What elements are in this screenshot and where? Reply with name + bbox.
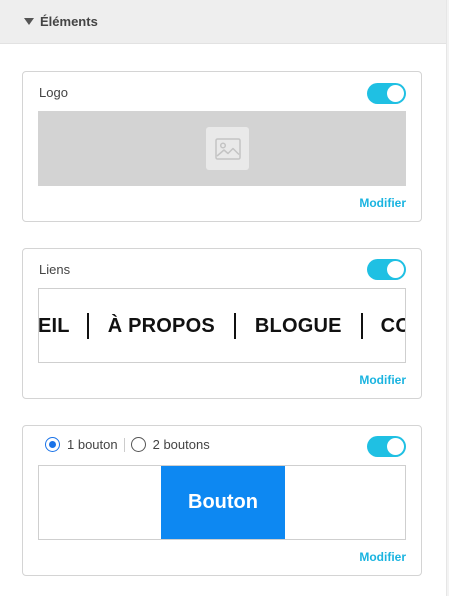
links-modify-link[interactable]: Modifier xyxy=(359,373,406,387)
links-toggle[interactable] xyxy=(367,259,406,280)
nav-divider xyxy=(86,313,89,339)
links-card-label: Liens xyxy=(39,262,71,277)
radio-two-buttons-label[interactable]: 2 boutons xyxy=(153,437,210,452)
nav-link[interactable]: EIL xyxy=(39,315,70,338)
nav-link[interactable]: BLOGUE xyxy=(255,315,342,338)
button-card: 1 bouton 2 boutons Bouton Modifier xyxy=(22,425,422,576)
toggle-knob xyxy=(387,261,404,278)
radio-two-buttons[interactable] xyxy=(130,437,146,452)
section-header-elements[interactable]: Éléments xyxy=(0,0,446,44)
links-preview[interactable]: EIL À PROPOS BLOGUE CO xyxy=(38,288,406,363)
radio-divider xyxy=(123,437,125,452)
nav-divider xyxy=(233,313,236,339)
sample-button[interactable]: Bouton xyxy=(161,466,285,539)
logo-card: Logo Modifier xyxy=(22,71,422,222)
button-toggle[interactable] xyxy=(367,436,406,457)
button-count-selector: 1 bouton 2 boutons xyxy=(45,437,210,452)
logo-card-label: Logo xyxy=(39,85,68,100)
toggle-knob xyxy=(387,85,404,102)
button-preview[interactable]: Bouton xyxy=(38,465,406,540)
section-title: Éléments xyxy=(40,14,98,29)
radio-one-button[interactable] xyxy=(45,437,60,452)
nav-links-row: EIL À PROPOS BLOGUE CO xyxy=(39,313,405,339)
toggle-knob xyxy=(387,438,404,455)
nav-divider xyxy=(360,313,363,339)
nav-link[interactable]: À PROPOS xyxy=(108,315,215,338)
logo-modify-link[interactable]: Modifier xyxy=(359,196,406,210)
nav-link[interactable]: CO xyxy=(381,315,405,338)
button-modify-link[interactable]: Modifier xyxy=(359,550,406,564)
links-card: Liens EIL À PROPOS BLOGUE CO Modifier xyxy=(22,248,422,399)
caret-down-icon xyxy=(24,18,34,25)
logo-preview[interactable] xyxy=(38,111,406,186)
image-placeholder-icon xyxy=(206,127,249,170)
radio-one-button-label[interactable]: 1 bouton xyxy=(67,437,118,452)
logo-toggle[interactable] xyxy=(367,83,406,104)
